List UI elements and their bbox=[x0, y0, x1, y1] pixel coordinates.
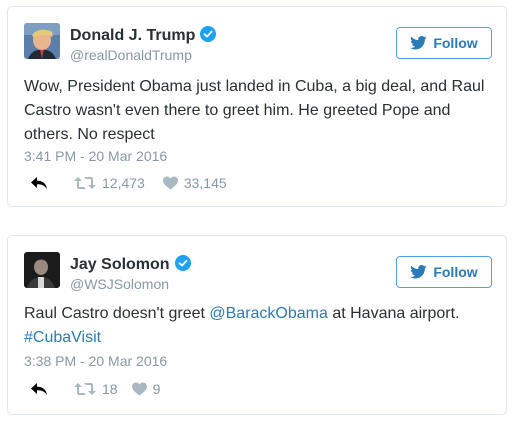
retweet-icon bbox=[74, 383, 96, 395]
avatar[interactable] bbox=[24, 23, 60, 59]
tweet-timestamp[interactable]: 3:41 PM - 20 Mar 2016 bbox=[24, 148, 167, 164]
follow-button[interactable]: Follow bbox=[396, 27, 492, 59]
retweet-action[interactable]: 18 bbox=[74, 381, 118, 397]
author-handle[interactable]: @realDonaldTrump bbox=[70, 47, 192, 63]
follow-button[interactable]: Follow bbox=[396, 256, 492, 288]
like-count: 33,145 bbox=[183, 175, 227, 191]
retweet-icon bbox=[74, 177, 96, 189]
avatar[interactable] bbox=[24, 252, 60, 288]
reply-icon[interactable] bbox=[30, 176, 48, 190]
like-action[interactable]: 33,145 bbox=[162, 175, 227, 191]
tweet-timestamp[interactable]: 3:38 PM - 20 Mar 2016 bbox=[24, 353, 167, 369]
verified-badge-icon bbox=[200, 26, 217, 42]
tweet-card-solomon: Jay Solomon @WSJSolomon Follow Raul Cast… bbox=[7, 235, 507, 415]
tweet-text: Wow, President Obama just landed in Cuba… bbox=[24, 78, 485, 143]
retweet-count: 12,473 bbox=[102, 175, 145, 191]
retweet-action[interactable]: 12,473 bbox=[74, 175, 145, 191]
reply-icon[interactable] bbox=[30, 382, 48, 396]
tweet-actions: 12,473 33,145 bbox=[30, 175, 227, 191]
retweet-count: 18 bbox=[102, 381, 118, 397]
like-action[interactable]: 9 bbox=[131, 381, 161, 397]
heart-icon bbox=[162, 176, 178, 190]
twitter-bird-icon bbox=[410, 36, 427, 50]
author-name[interactable]: Donald J. Trump bbox=[70, 26, 217, 45]
verified-badge-icon bbox=[174, 255, 191, 271]
mention-link[interactable]: @BarackObama bbox=[209, 305, 328, 322]
tweet-card-trump: Donald J. Trump @realDonaldTrump Follow … bbox=[7, 6, 507, 207]
tweet-actions: 18 9 bbox=[30, 381, 160, 397]
hashtag-link[interactable]: #CubaVisit bbox=[24, 329, 101, 346]
tweet-text: Raul Castro doesn't greet @BarackObama a… bbox=[24, 305, 460, 346]
author-name[interactable]: Jay Solomon bbox=[70, 255, 191, 274]
twitter-bird-icon bbox=[410, 265, 427, 279]
heart-icon bbox=[131, 382, 147, 396]
author-handle[interactable]: @WSJSolomon bbox=[70, 276, 169, 292]
like-count: 9 bbox=[152, 381, 161, 397]
